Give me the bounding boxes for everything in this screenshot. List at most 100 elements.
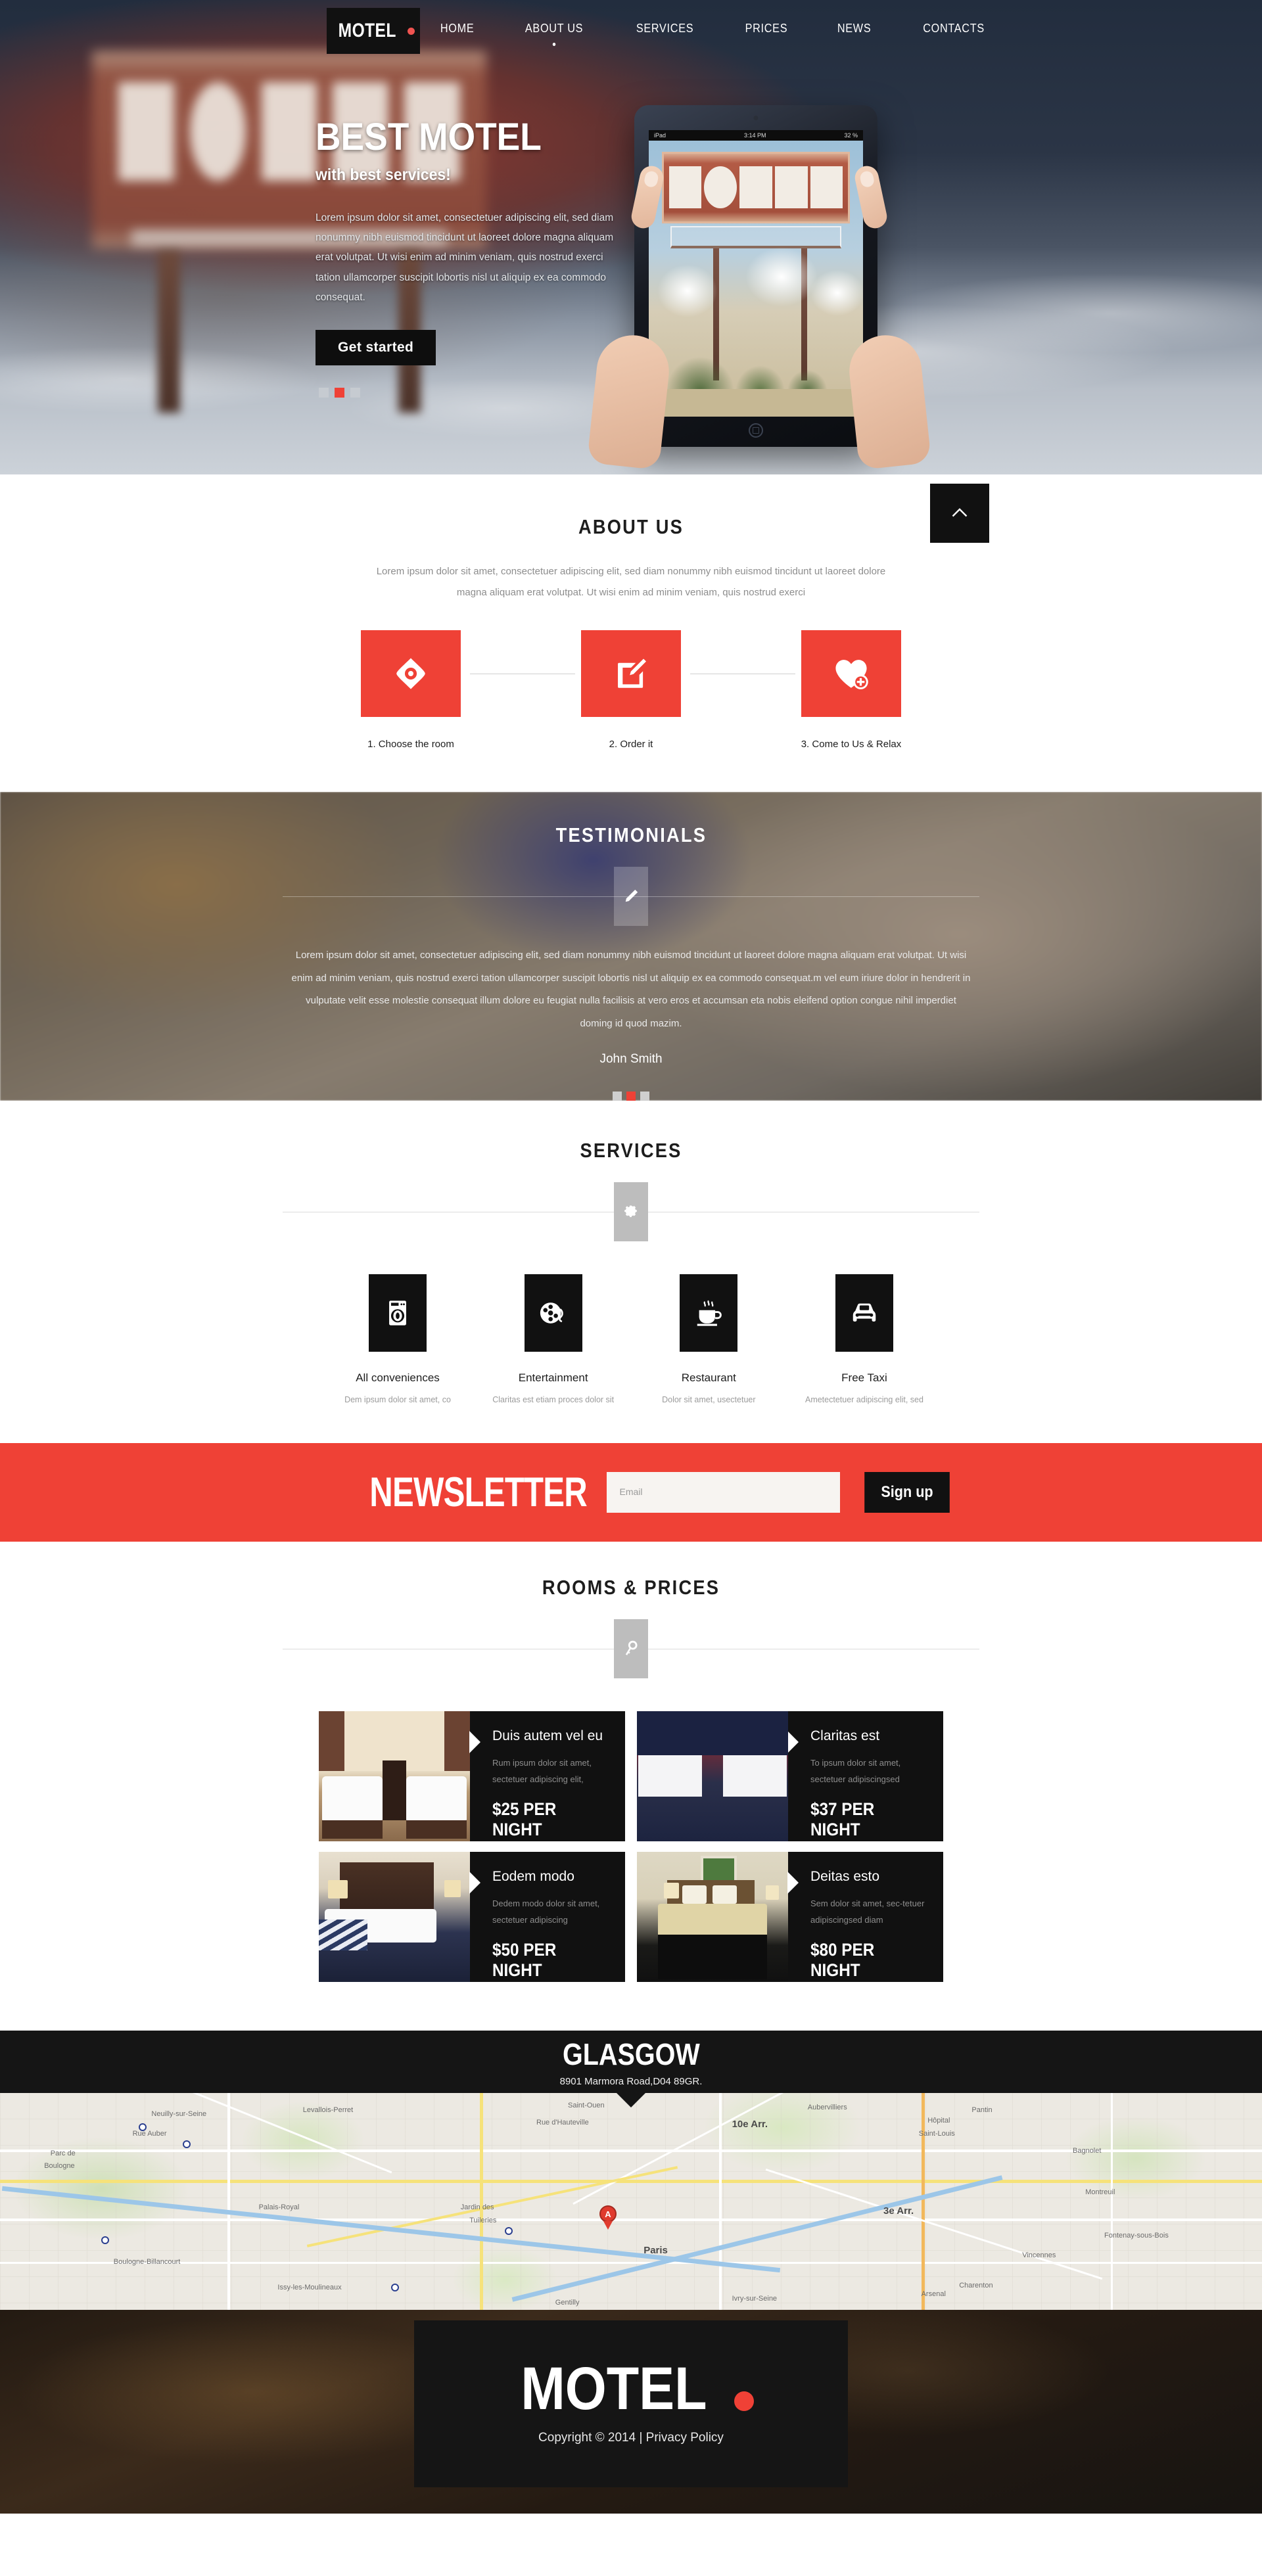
map-label: Saint-Louis <box>918 2129 955 2138</box>
footer-copyright: Copyright © 2014 | Privacy Policy <box>538 2431 724 2445</box>
hero-slider-dot-3[interactable] <box>350 388 360 398</box>
tablet-ground <box>649 389 863 417</box>
tablet-device: iPad 3:14 PM 32 % <box>634 105 877 447</box>
service-2-desc: Claritas est etiam proces dolor sit <box>492 1395 615 1404</box>
hero-slider-dot-2[interactable] <box>335 388 344 398</box>
room-4-desc: Sem dolor sit amet, sec-tetuer adipiscin… <box>810 1898 925 1925</box>
nav-item-services[interactable]: SERVICES <box>615 22 714 35</box>
room-3-photo <box>319 1851 470 1982</box>
hero-slider-dot-1[interactable] <box>319 388 329 398</box>
service-2-icon-box[interactable] <box>524 1274 582 1352</box>
header-logo-dot-icon <box>408 27 415 35</box>
map-label: 10e Arr. <box>732 2119 768 2130</box>
rooms-divider <box>283 1619 979 1678</box>
room-1-info: Duis autem vel eu Rum ipsum dolor sit am… <box>470 1711 625 1841</box>
hero-section: HOME ABOUT US SERVICES PRICES NEWS CONTA… <box>0 0 1262 474</box>
footer: MOTEL Copyright © 2014 | Privacy Policy <box>414 2320 848 2487</box>
room-2-price: $37 PER NIGHT <box>810 1799 875 1840</box>
room-4-price: $80 PER NIGHT <box>810 1940 875 1981</box>
scroll-to-top-button[interactable] <box>930 484 989 543</box>
service-4-icon-box[interactable] <box>835 1274 893 1352</box>
newsletter-email-input[interactable] <box>606 1471 840 1513</box>
about-step-1: 1. Choose the room <box>361 630 461 750</box>
about-paragraph: Lorem ipsum dolor sit amet, consectetuer… <box>376 566 886 598</box>
room-2-info: Claritas est To ipsum dolor sit amet, se… <box>788 1711 943 1841</box>
map-label: Paris <box>643 2244 668 2256</box>
about-step-2: 2. Order it <box>581 630 681 750</box>
nav-list: HOME ABOUT US SERVICES PRICES NEWS CONTA… <box>415 22 1011 35</box>
map-callout-pointer <box>617 2092 645 2107</box>
tablet-battery: 32 % <box>844 132 858 139</box>
testimonial-author: John Smith <box>599 1052 663 1066</box>
header-logo[interactable]: MOTEL <box>327 8 420 54</box>
map-label: Ivry-sur-Seine <box>732 2294 778 2303</box>
testimonials-dot-3[interactable] <box>640 1092 649 1101</box>
edit-pencil-icon <box>618 658 647 688</box>
map-city-blocks <box>0 2092 1262 2310</box>
location-map[interactable]: A Rue Auber Palais-Royal Jardin des Tuileri… <box>0 2092 1262 2310</box>
room-4-photo <box>637 1851 788 1982</box>
pencil-icon <box>625 889 638 902</box>
testimonials-dot-1[interactable] <box>613 1092 622 1101</box>
services-section: SERVICES All conveniences Dem ipsum dolo… <box>0 1101 1262 1443</box>
nav-item-contacts[interactable]: CONTACTS <box>902 22 1005 35</box>
map-label: Neuilly-sur-Seine <box>151 2110 207 2119</box>
service-item-free-taxi: Free Taxi Ametectetuer adipiscing elit, … <box>802 1274 927 1406</box>
get-started-button[interactable]: Get started <box>316 330 436 366</box>
hero-title: BEST MOTEL <box>316 116 542 158</box>
about-steps: 1. Choose the room 2. Order it 3. Come t… <box>361 630 902 750</box>
newsletter-signup-button[interactable]: Sign up <box>864 1471 950 1513</box>
service-1-icon-box[interactable] <box>369 1274 427 1352</box>
map-label: Saint-Ouen <box>568 2101 605 2109</box>
newsletter-title: NEWSLETTER <box>369 1469 587 1515</box>
room-1-title: Duis autem vel eu <box>492 1728 603 1743</box>
service-1-desc: Dem ipsum dolor sit amet, co <box>344 1395 451 1404</box>
step-1-icon-box[interactable] <box>361 630 461 717</box>
about-section: ABOUT US Lorem ipsum dolor sit amet, con… <box>0 474 1262 792</box>
room-card[interactable]: Eodem modo Dedem modo dolor sit amet, se… <box>319 1851 625 1982</box>
map-label: Palais-Royal <box>258 2203 300 2212</box>
step-2-icon-box[interactable] <box>581 630 681 717</box>
testimonials-section: TESTIMONIALS Lorem ipsum dolor sit amet,… <box>0 792 1262 1101</box>
header-logo-text: MOTEL <box>338 20 396 41</box>
map-label: Levallois-Perret <box>302 2105 354 2114</box>
map-label: Boulogne-Billancourt <box>113 2257 181 2266</box>
rooms-title: ROOMS & PRICES <box>542 1575 720 1599</box>
tablet-trees <box>649 331 863 392</box>
nav-item-prices[interactable]: PRICES <box>724 22 808 35</box>
room-card[interactable]: Deitas esto Sem dolor sit amet, sec-tetu… <box>637 1851 943 1982</box>
nav-item-home[interactable]: HOME <box>420 22 495 35</box>
about-step-3-label: 3. Come to Us & Relax <box>801 739 902 750</box>
room-3-desc: Dedem modo dolor sit amet, sectetuer adi… <box>492 1898 600 1925</box>
footer-logo-text: MOTEL <box>521 2355 707 2423</box>
coffee-cup-icon <box>697 1300 722 1326</box>
footer-logo[interactable]: MOTEL <box>508 2355 754 2423</box>
testimonials-dot-2[interactable] <box>626 1092 636 1101</box>
testimonials-divider <box>283 867 979 926</box>
step-3-icon-box[interactable] <box>801 630 901 717</box>
room-2-desc: To ipsum dolor sit amet, sectetuer adipi… <box>810 1757 901 1785</box>
service-3-icon-box[interactable] <box>680 1274 738 1352</box>
room-1-photo <box>319 1711 470 1841</box>
tablet-home-button[interactable] <box>749 423 763 438</box>
service-item-entertainment: Entertainment Claritas est etiam proces … <box>491 1274 616 1406</box>
map-label: Gentilly <box>555 2299 580 2307</box>
room-2-photo <box>637 1711 788 1841</box>
room-3-info: Eodem modo Dedem modo dolor sit amet, se… <box>470 1851 625 1982</box>
map-label: Bagnolet <box>1073 2147 1102 2155</box>
map-label: Jardin des <box>460 2203 494 2212</box>
hero-paragraph: Lorem ipsum dolor sit amet, consectetuer… <box>316 212 614 303</box>
map-label: Montreuil <box>1085 2188 1115 2196</box>
map-label: Boulogne <box>44 2162 75 2171</box>
nav-item-about-us[interactable]: ABOUT US <box>505 22 604 35</box>
washing-machine-icon <box>389 1300 406 1325</box>
room-card[interactable]: Duis autem vel eu Rum ipsum dolor sit am… <box>319 1711 625 1841</box>
hero-copy: BEST MOTEL with best services! Lorem ips… <box>316 116 624 366</box>
service-1-name: All conveniences <box>356 1371 440 1384</box>
room-4-title: Deitas esto <box>810 1868 880 1884</box>
room-card[interactable]: Claritas est To ipsum dolor sit amet, se… <box>637 1711 943 1841</box>
map-label: 3e Arr. <box>883 2205 914 2217</box>
testimonials-title: TESTIMONIALS <box>555 823 707 846</box>
nav-item-news[interactable]: NEWS <box>817 22 892 35</box>
newsletter-section: NEWSLETTER Sign up <box>0 1442 1262 1542</box>
